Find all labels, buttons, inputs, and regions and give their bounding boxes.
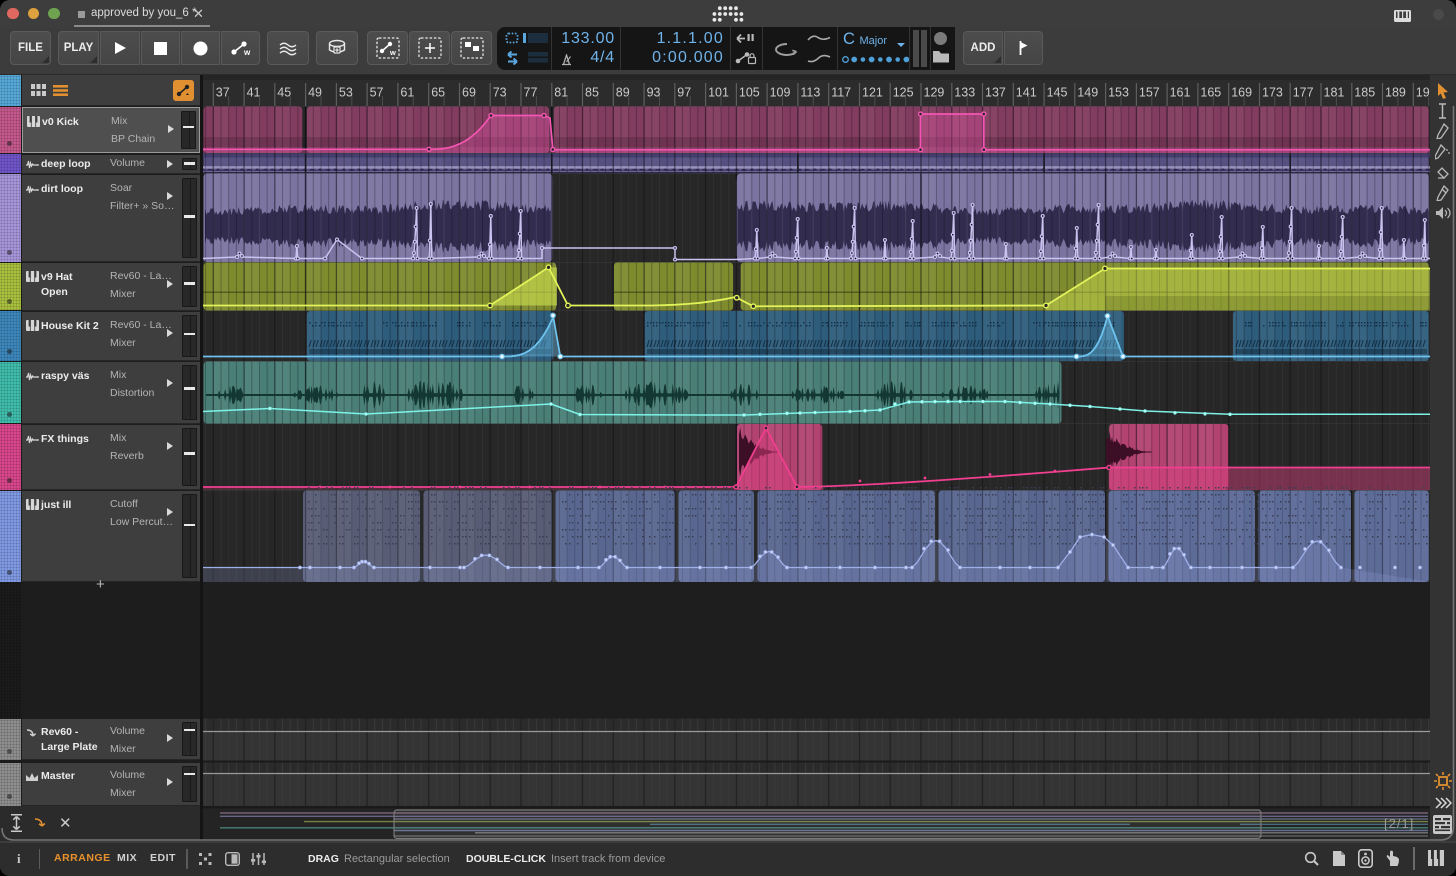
svg-text:85: 85 [585,86,599,100]
svg-text:45: 45 [277,86,291,100]
svg-text:89: 89 [616,86,630,100]
svg-text:149: 149 [1077,86,1098,100]
svg-text:65: 65 [431,86,445,100]
svg-text:w: w [389,48,396,57]
svg-text:157: 157 [1139,86,1160,100]
svg-text:129: 129 [924,86,945,100]
svg-text:165: 165 [1200,86,1221,100]
svg-text:121: 121 [862,86,883,100]
svg-text:101: 101 [708,86,729,100]
svg-text:53: 53 [339,86,353,100]
svg-text:177: 177 [1293,86,1314,100]
svg-text:125: 125 [893,86,914,100]
svg-text:117: 117 [831,86,851,100]
svg-text:133: 133 [954,86,975,100]
svg-text:169: 169 [1231,86,1252,100]
svg-text:73: 73 [493,86,507,100]
svg-text:77: 77 [524,86,538,100]
svg-text:61: 61 [400,86,414,100]
svg-text:109: 109 [770,86,791,100]
svg-text:w: w [243,48,251,57]
svg-text:173: 173 [1262,86,1283,100]
svg-text:93: 93 [647,86,661,100]
svg-text:181: 181 [1324,86,1345,100]
svg-text:81: 81 [554,86,568,100]
svg-text:193: 193 [1416,86,1430,100]
svg-text:37: 37 [216,86,230,100]
svg-text:137: 137 [985,86,1006,100]
svg-text:105: 105 [739,86,760,100]
svg-text:185: 185 [1354,86,1375,100]
svg-text:97: 97 [677,86,691,100]
svg-text:189: 189 [1385,86,1406,100]
svg-text:153: 153 [1108,86,1129,100]
svg-text:49: 49 [308,86,322,100]
svg-text:41: 41 [247,86,261,100]
svg-text:113: 113 [800,86,820,100]
svg-text:69: 69 [462,86,476,100]
svg-text:145: 145 [1047,86,1068,100]
svg-text:161: 161 [1170,86,1191,100]
svg-text:141: 141 [1016,86,1037,100]
svg-text:57: 57 [370,86,384,100]
